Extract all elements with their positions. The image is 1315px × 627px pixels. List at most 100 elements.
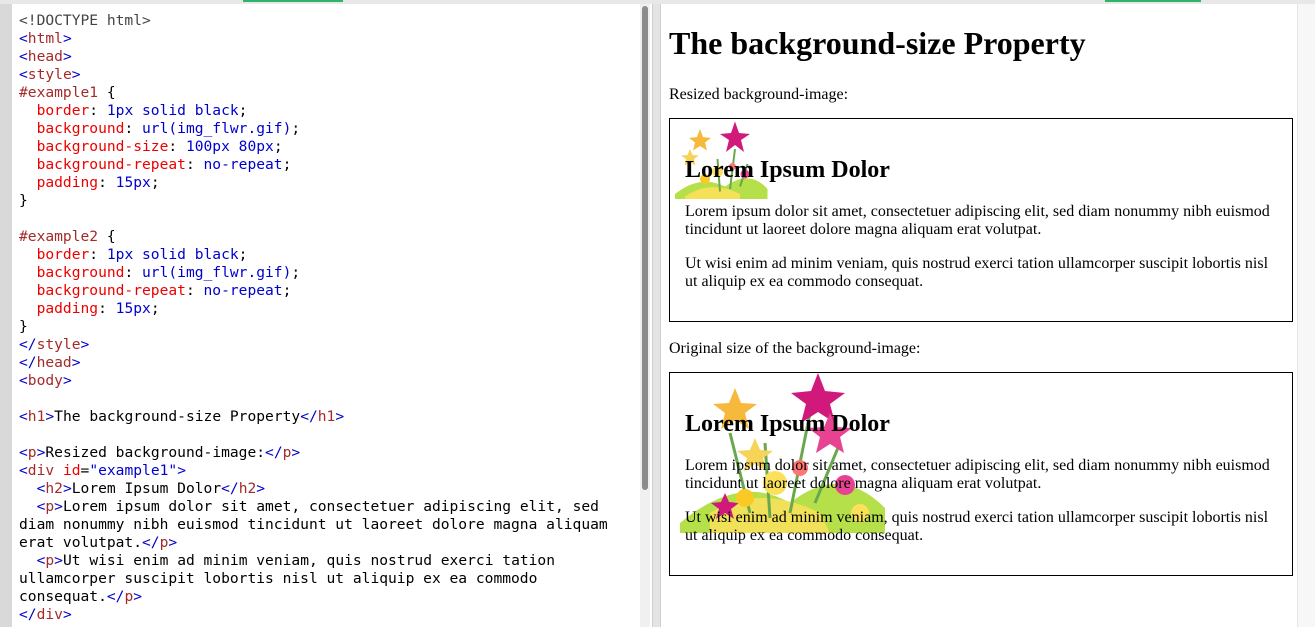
code-token: ; (238, 246, 248, 263)
code-line[interactable]: <div id="example1"> (19, 462, 186, 479)
code-token: </ (300, 408, 318, 425)
code-token: border (19, 246, 90, 263)
code-token: </ (106, 588, 125, 605)
example2-paragraph-2: Ut wisi enim ad minim veniam, quis nostr… (685, 509, 1269, 544)
code-token: < (19, 66, 28, 83)
code-line[interactable]: diam nonummy nibh euismod tincidunt ut l… (19, 516, 608, 533)
code-token: </ (19, 606, 37, 623)
code-token: head (36, 354, 72, 371)
code-token: : (185, 282, 204, 299)
code-token: consequat. (19, 588, 107, 605)
code-token: diam nonummy nibh euismod tincidunt ut l… (19, 516, 608, 533)
code-token: > (62, 606, 72, 623)
code-token: > (80, 336, 90, 353)
example2-box: Lorem Ipsum Dolor Lorem ipsum dolor sit … (669, 372, 1293, 576)
code-line[interactable]: } (19, 318, 28, 335)
code-token: style (36, 336, 81, 353)
code-line[interactable]: background: url(img_flwr.gif); (19, 120, 301, 137)
code-token: id (54, 462, 81, 479)
code-line[interactable]: </head> (19, 354, 81, 371)
code-token: url(img_flwr.gif) (142, 264, 292, 281)
code-line[interactable]: #example2 { (19, 228, 116, 245)
code-token: 15px (115, 300, 151, 317)
code-line[interactable]: border: 1px solid black; (19, 102, 248, 119)
example1-box: Lorem Ipsum Dolor Lorem ipsum dolor sit … (669, 118, 1293, 322)
code-token: ; (150, 174, 160, 191)
code-token: style (27, 66, 72, 83)
code-token: p (45, 498, 55, 515)
code-editor[interactable]: <!DOCTYPE html> <html> <head> <style> #e… (12, 4, 652, 627)
active-tab-indicator (243, 0, 343, 2)
code-line[interactable]: <body> (19, 372, 72, 389)
code-line[interactable]: background-size: 100px 80px; (19, 138, 283, 155)
code-line[interactable]: <html> (19, 30, 72, 47)
code-line[interactable]: #example1 { (19, 84, 116, 101)
code-line[interactable]: ullamcorper suscipit lobortis nisl ut al… (19, 570, 537, 587)
code-line[interactable]: <p>Ut wisi enim ad minim veniam, quis no… (19, 552, 555, 569)
code-token: h2 (238, 480, 257, 497)
code-token: ; (291, 120, 301, 137)
code-token: > (54, 498, 63, 515)
code-line[interactable]: <p>Resized background-image:</p> (19, 444, 300, 461)
code-token: h1 (317, 408, 336, 425)
code-token: </ (265, 444, 283, 461)
code-line[interactable]: padding: 15px; (19, 300, 160, 317)
code-token: </ (142, 534, 160, 551)
code-line[interactable]: } (19, 192, 28, 209)
result-tab-indicator (1105, 0, 1201, 2)
code-token: 100px 80px (185, 138, 274, 155)
code-line[interactable]: background-repeat: no-repeat; (19, 156, 292, 173)
example1-heading: Lorem Ipsum Dolor (685, 157, 890, 183)
code-token: > (54, 552, 63, 569)
code-token: > (177, 462, 186, 479)
code-token: background-repeat (19, 282, 186, 299)
pane-divider[interactable] (652, 4, 661, 627)
code-token: : (124, 264, 143, 281)
code-line[interactable]: <p>Lorem ipsum dolor sit amet, consectet… (19, 498, 599, 515)
code-line[interactable]: <head> (19, 48, 72, 65)
code-token: url(img_flwr.gif) (142, 120, 292, 137)
code-token: ; (282, 282, 292, 299)
code-line[interactable]: consequat.</p> (19, 588, 142, 605)
code-token: #example1 (19, 84, 99, 101)
code-token: html (27, 30, 63, 47)
code-token: > (335, 408, 345, 425)
code-token: } (19, 318, 28, 335)
code-line[interactable]: <!DOCTYPE html> (19, 12, 151, 29)
code-line[interactable]: <style> (19, 66, 81, 83)
code-line[interactable]: <h2>Lorem Ipsum Dolor</h2> (19, 480, 266, 497)
code-line[interactable]: </div> (19, 606, 72, 623)
code-token: h2 (45, 480, 63, 497)
code-token: no-repeat (203, 156, 283, 173)
result-scrollbar[interactable] (1297, 4, 1315, 627)
code-token: > (45, 408, 55, 425)
code-token: "example1" (89, 462, 178, 479)
code-token: ullamcorper suscipit lobortis nisl ut al… (19, 570, 538, 587)
code-token: p (45, 552, 55, 569)
example1-paragraph-2: Ut wisi enim ad minim veniam, quis nostr… (685, 255, 1269, 290)
code-line[interactable]: background: url(img_flwr.gif); (19, 264, 301, 281)
code-line[interactable]: <h1>The background-size Property</h1> (19, 408, 344, 425)
code-line[interactable]: background-repeat: no-repeat; (19, 282, 292, 299)
code-token: body (27, 372, 63, 389)
code-token: background (19, 120, 125, 137)
code-token: div (36, 606, 63, 623)
code-token: #example2 (19, 228, 99, 245)
code-token: : (185, 156, 204, 173)
code-token: { (98, 228, 116, 245)
code-token: : (98, 174, 116, 191)
code-text[interactable]: <!DOCTYPE html> <html> <head> <style> #e… (19, 12, 608, 624)
code-token: } (19, 192, 28, 209)
code-token: </ (19, 336, 37, 353)
code-line[interactable]: </style> (19, 336, 89, 353)
code-scrollbar-thumb[interactable] (642, 6, 648, 490)
code-token: < (19, 372, 28, 389)
code-line[interactable]: erat volutpat.</p> (19, 534, 177, 551)
code-line[interactable]: border: 1px solid black; (19, 246, 248, 263)
code-token: border (19, 102, 90, 119)
code-line[interactable]: padding: 15px; (19, 174, 160, 191)
example2-heading: Lorem Ipsum Dolor (685, 411, 890, 437)
code-token: h1 (27, 408, 46, 425)
